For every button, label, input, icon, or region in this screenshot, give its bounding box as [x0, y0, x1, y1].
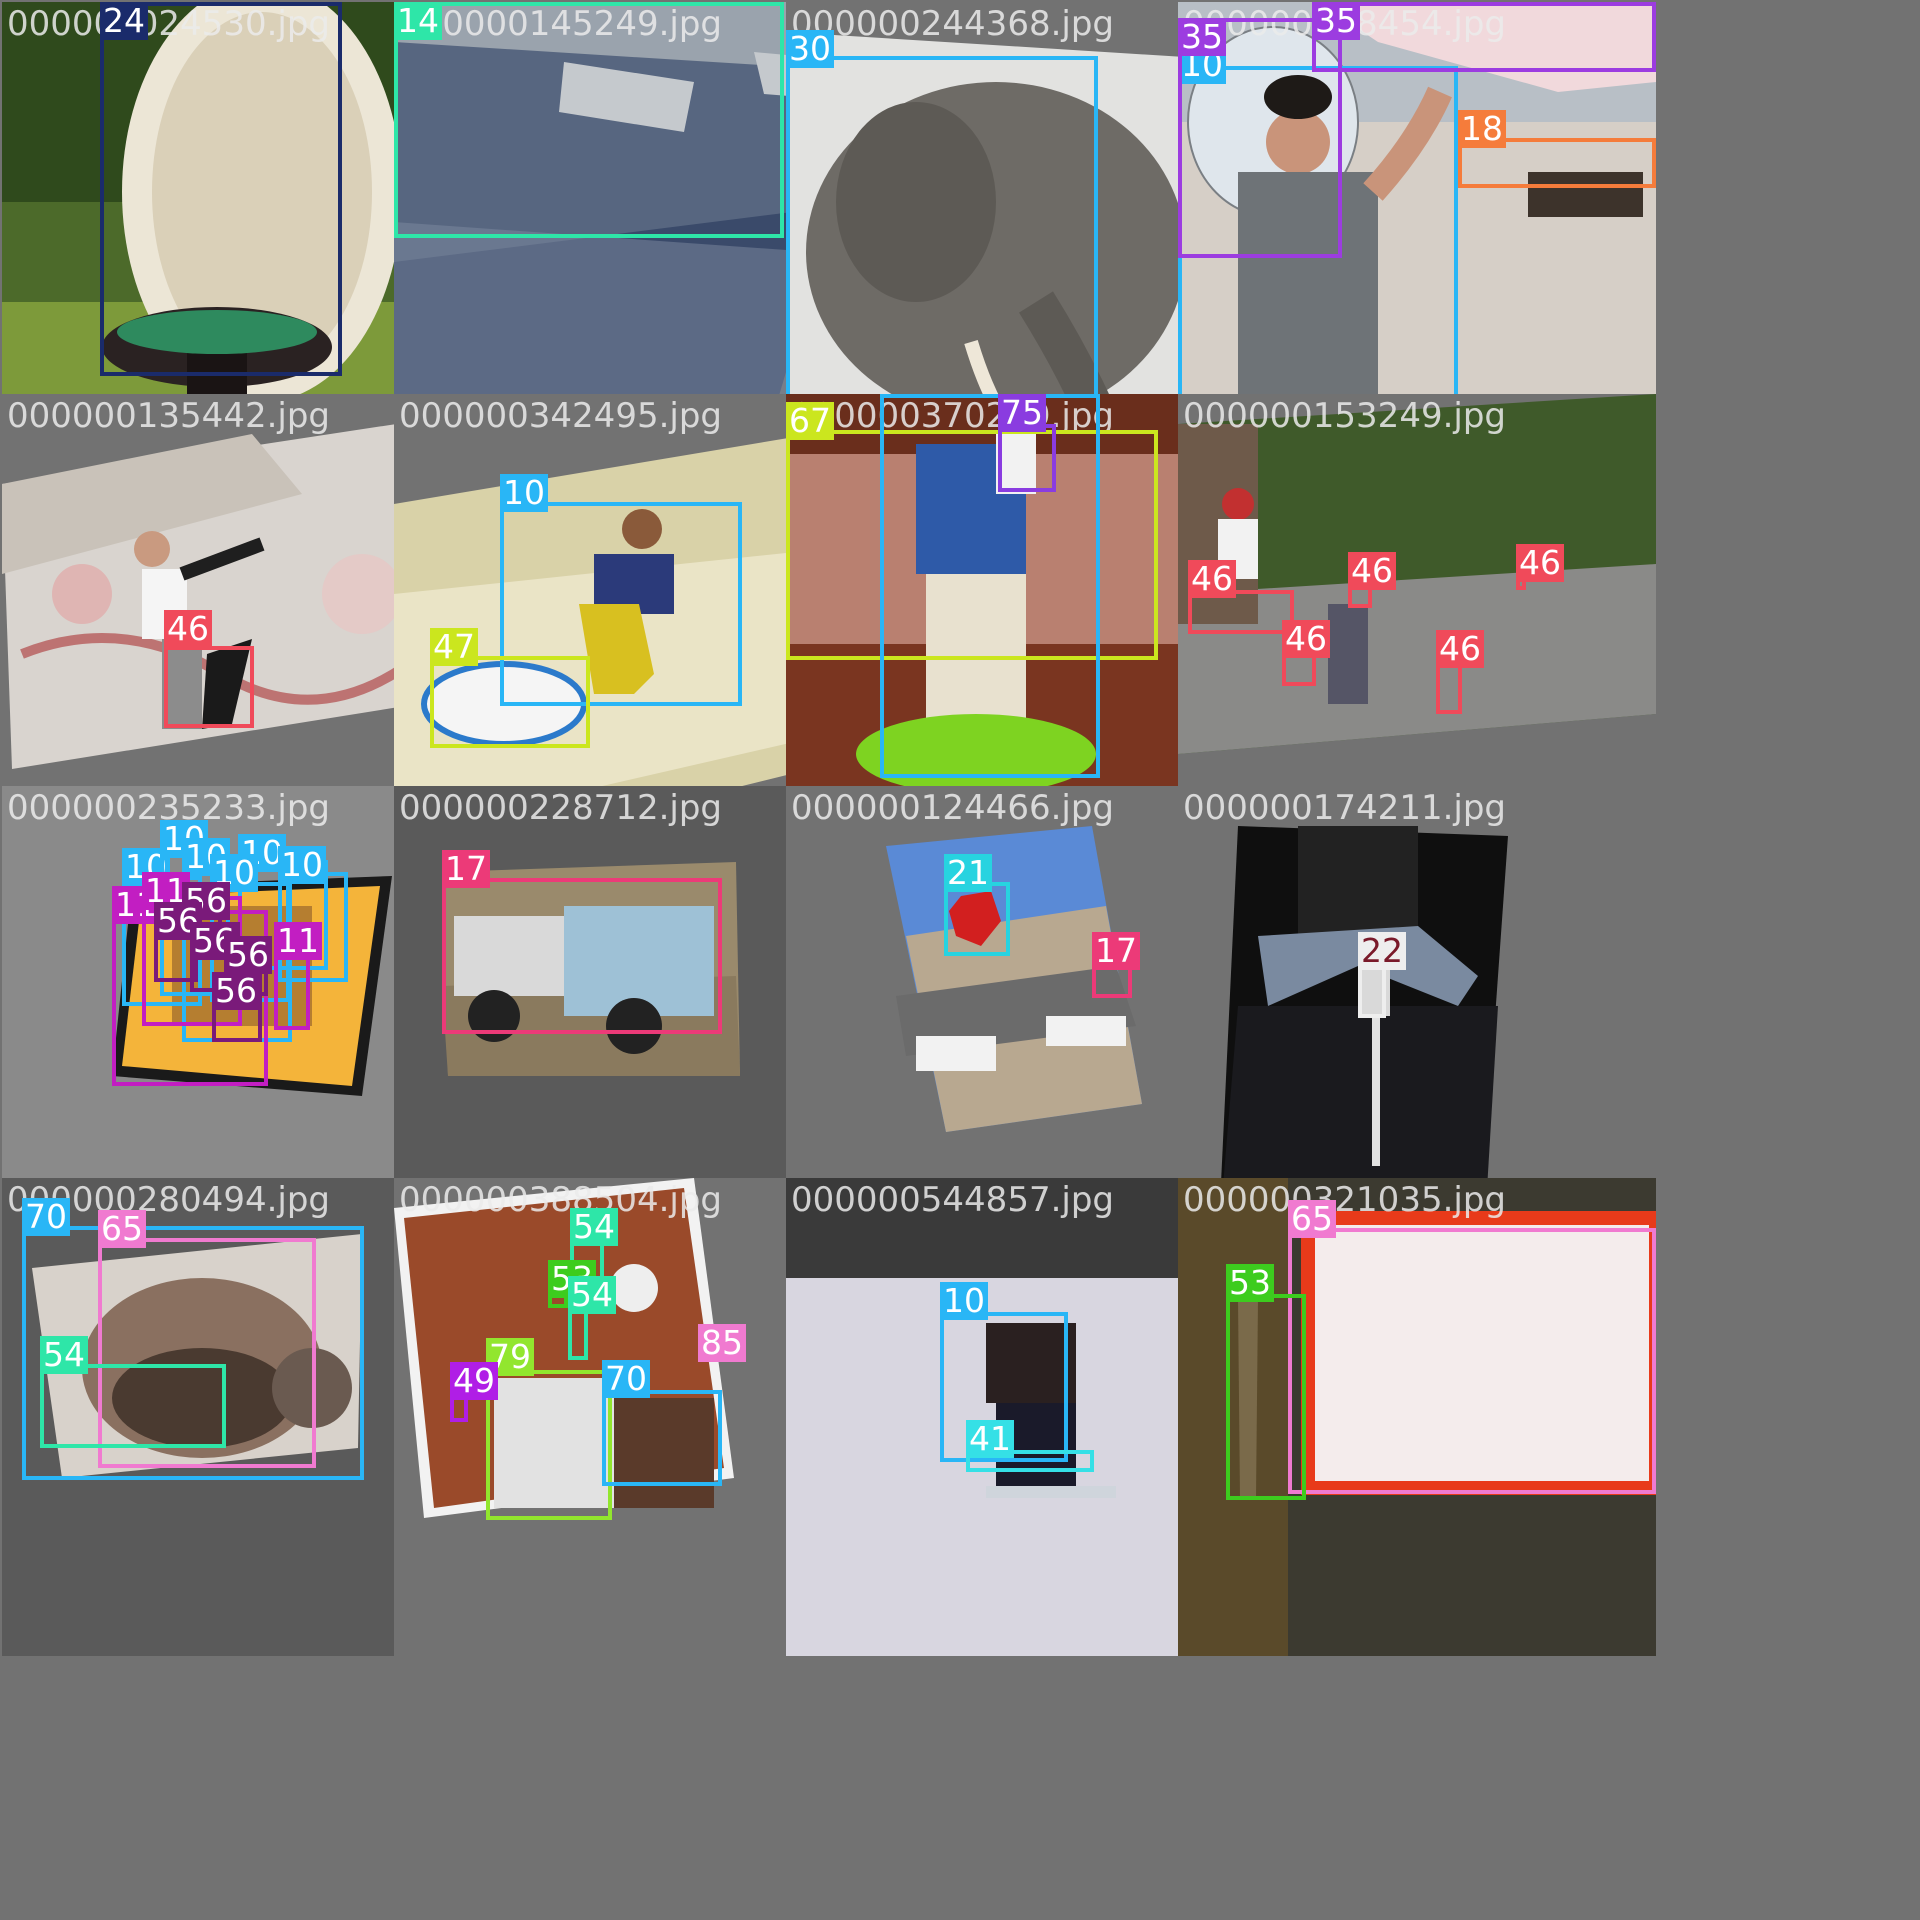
bbox-label: 46 [1348, 552, 1396, 590]
bbox-parking-meter [1358, 962, 1386, 1018]
bbox-owl [100, 2, 342, 376]
bbox-label: 46 [1516, 544, 1564, 582]
tile-filename: 000000342495.jpg [399, 396, 722, 436]
tile-filename: 000000321035.jpg [1183, 1180, 1506, 1220]
bbox-truck [1092, 966, 1132, 998]
bbox-label: 14 [394, 2, 442, 40]
bbox-label: 70 [22, 1198, 70, 1236]
bbox-label: 54 [40, 1336, 88, 1374]
tile-filename: 000000124466.jpg [791, 788, 1114, 828]
bbox-label: 54 [568, 1276, 616, 1314]
bbox-bicycle [274, 950, 310, 1030]
bbox-label: 54 [570, 1208, 618, 1246]
bbox-label: 46 [1436, 630, 1484, 668]
bbox-remote [998, 424, 1056, 492]
bbox-label: 46 [1282, 620, 1330, 658]
bbox-label: 49 [450, 1362, 498, 1400]
bbox-label: 24 [100, 2, 148, 40]
bbox-label: 10 [940, 1282, 988, 1320]
bbox-label: 46 [1188, 560, 1236, 598]
tile-filename: 000000135442.jpg [7, 396, 330, 436]
bbox-label: 41 [966, 1420, 1014, 1458]
bbox-label: 11 [274, 922, 322, 960]
tile-filename: 000000228712.jpg [399, 788, 722, 828]
bbox-label: 30 [786, 30, 834, 68]
bbox-label: 65 [98, 1210, 146, 1248]
bbox-label: 47 [430, 628, 478, 666]
mosaic-tile-16: 000000321035.jpg 65 53 [1178, 1178, 1656, 1656]
bbox-person [880, 394, 1100, 778]
bbox-label: 10 [278, 846, 326, 884]
tile-filename: 000000544857.jpg [791, 1180, 1114, 1220]
tile-filename: 000000388504.jpg [399, 1180, 722, 1220]
bbox-label: 56 [212, 972, 260, 1010]
bbox-label: 10 [500, 474, 548, 512]
bbox-label: 46 [164, 610, 212, 648]
bbox-skateboard [164, 646, 254, 728]
bbox-label: 70 [602, 1360, 650, 1398]
bbox-label: 22 [1358, 932, 1406, 970]
tile-filename: 000000244368.jpg [791, 4, 1114, 44]
bbox-label: 67 [786, 402, 834, 440]
bbox-airplane [394, 2, 784, 238]
tile-filename: 000000153249.jpg [1183, 396, 1506, 436]
bbox-label: 35 [1312, 2, 1360, 40]
bbox-label: 53 [1226, 1264, 1274, 1302]
bbox-label: 17 [442, 850, 490, 888]
bbox-label: 75 [998, 394, 1046, 432]
bbox-label: 35 [1178, 18, 1226, 56]
bbox-spoon [40, 1364, 226, 1448]
bbox-label: 65 [1288, 1200, 1336, 1238]
bbox-surfboard [430, 656, 590, 748]
bbox-label: 56 [224, 936, 272, 974]
bbox-label: 17 [1092, 932, 1140, 970]
bbox-dining-table [602, 1390, 722, 1486]
bbox-label: 21 [944, 854, 992, 892]
bbox-label: 18 [1458, 110, 1506, 148]
tile-filename: 000000174211.jpg [1183, 788, 1506, 828]
bbox-knife [1226, 1294, 1306, 1500]
bbox-umbrella [1312, 2, 1656, 72]
bbox-cake [1288, 1228, 1656, 1494]
bbox-oven [486, 1370, 612, 1520]
bbox-truck [442, 878, 722, 1034]
bbox-stop-sign [944, 882, 1010, 956]
bbox-label: 85 [698, 1324, 746, 1362]
